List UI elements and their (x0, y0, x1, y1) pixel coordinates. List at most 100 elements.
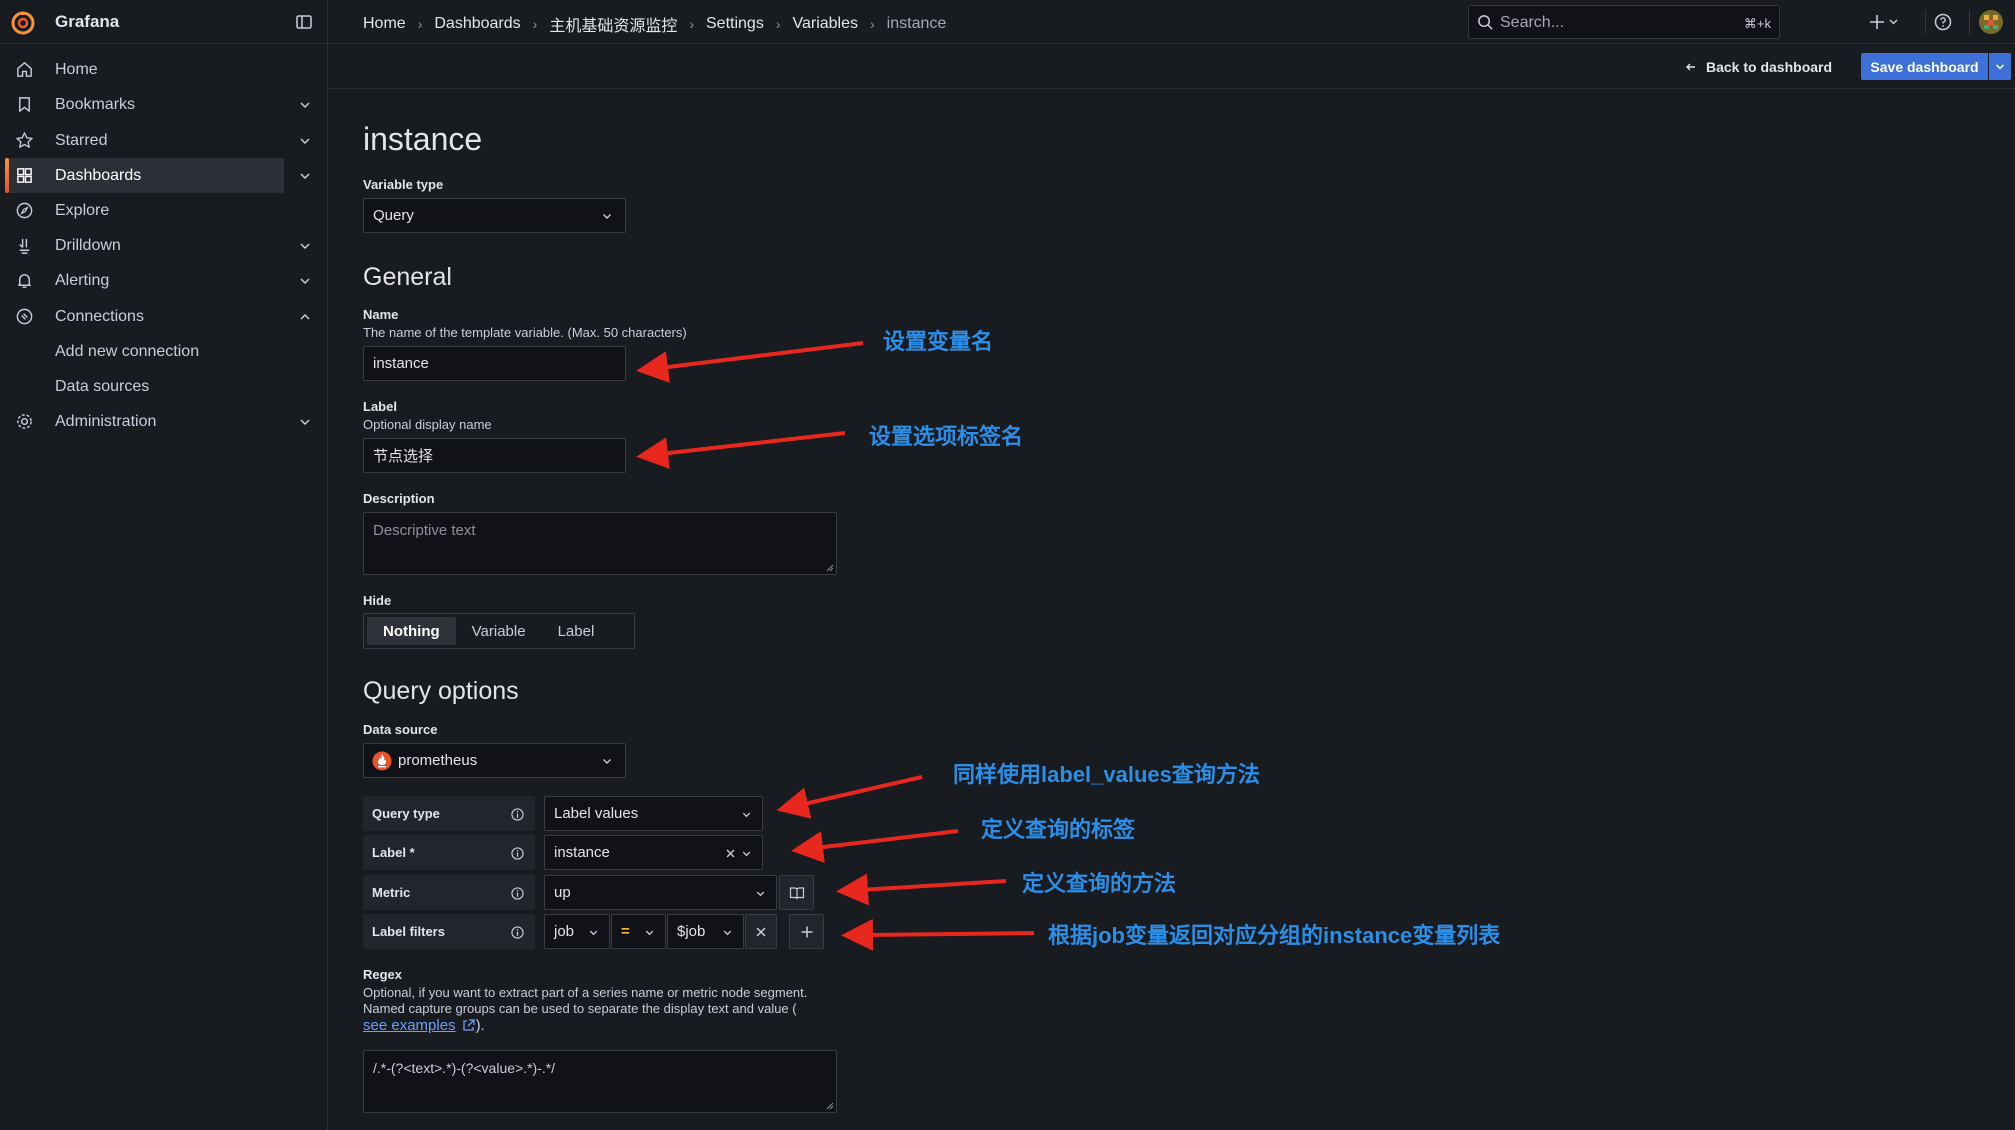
metric-select[interactable]: up (544, 875, 777, 910)
regex-label: Regex (363, 967, 403, 982)
regex-description-line2: Named capture groups can be used to sepa… (363, 1001, 797, 1016)
breadcrumb-separator: › (532, 16, 538, 32)
sidebar: Grafana Home Bookmarks Starred Dashboard… (0, 0, 328, 1130)
dashboards-grid-icon (17, 168, 32, 183)
variable-type-select[interactable]: Query (363, 198, 626, 233)
breadcrumb-home[interactable]: Home (363, 15, 406, 33)
query-type-select[interactable]: Label values (544, 796, 763, 831)
regex-description-line1: Optional, if you want to extract part of… (363, 985, 808, 1000)
label-filters-label: Label filters (363, 914, 535, 949)
sidebar-item-label: Home (55, 60, 98, 78)
plus-icon (1870, 15, 1898, 29)
data-source-label: Data source (363, 722, 438, 737)
active-indicator (5, 158, 9, 193)
breadcrumb-settings[interactable]: Settings (706, 15, 764, 33)
breadcrumb-dashboards[interactable]: Dashboards (434, 15, 520, 33)
annotation-query-type-note: 同样使用label_values查询方法 (953, 762, 1260, 787)
sidebar-item-explore[interactable]: Explore (0, 193, 328, 228)
query-options-heading: Query options (363, 677, 519, 705)
add-filter-button[interactable] (789, 914, 824, 949)
label-filter-value-select[interactable]: $job (667, 914, 744, 949)
hide-option-label[interactable]: Label (542, 617, 611, 645)
sidebar-item-label: Dashboards (55, 166, 142, 184)
regex-value: /.*-(?<text>.*)-(?<value>.*)-.*/ (373, 1060, 556, 1076)
back-to-dashboard-button[interactable]: Back to dashboard (1685, 54, 1832, 79)
data-source-select[interactable]: prometheus (363, 743, 626, 778)
new-menu-button[interactable] (1869, 12, 1901, 37)
chevron-down-icon[interactable] (298, 134, 312, 148)
sidebar-item-add-new-connection[interactable]: Add new connection (0, 334, 328, 369)
chevron-down-icon[interactable] (298, 98, 312, 112)
chevron-up-icon[interactable] (298, 310, 312, 324)
breadcrumb-dashboard[interactable]: 主机基础资源监控 (549, 12, 677, 36)
variable-type-value: Query (373, 207, 414, 224)
sidebar-item-dashboards[interactable]: Dashboards (0, 158, 328, 193)
arrow-left-icon (1686, 63, 1695, 70)
dock-menu-icon[interactable] (295, 13, 313, 31)
sidebar-item-drilldown[interactable]: Drilldown (0, 228, 328, 263)
see-examples-link[interactable]: see examples (363, 1017, 456, 1034)
display-label-input[interactable]: 节点选择 (363, 438, 626, 473)
sidebar-item-alerting[interactable]: Alerting (0, 263, 328, 298)
info-icon[interactable] (511, 926, 524, 939)
save-dashboard-button[interactable]: Save dashboard (1861, 53, 1988, 80)
sidebar-item-label: Drilldown (55, 236, 121, 254)
query-label-label-text: Label * (372, 845, 415, 860)
sidebar-item-label: Alerting (55, 271, 110, 289)
label-filter-operator-select[interactable]: = (611, 914, 666, 949)
query-label-value: instance (554, 844, 610, 861)
breadcrumb-variables[interactable]: Variables (792, 15, 858, 33)
toolbar-divider (1925, 10, 1926, 34)
chevron-down-icon[interactable] (298, 169, 312, 183)
query-type-label: Query type (363, 796, 535, 831)
prometheus-icon (372, 751, 392, 770)
breadcrumb-separator: › (870, 16, 875, 32)
save-options-button[interactable] (1989, 53, 2011, 80)
remove-filter-button[interactable] (745, 914, 777, 949)
user-avatar-icon (1979, 10, 2003, 34)
help-button[interactable] (1933, 12, 1953, 37)
app-name: Grafana (55, 11, 120, 31)
sidebar-item-bookmarks[interactable]: Bookmarks (0, 87, 328, 122)
query-label-select[interactable]: instance (544, 835, 763, 870)
hide-option-nothing[interactable]: Nothing (367, 617, 456, 645)
info-icon[interactable] (511, 887, 524, 900)
info-icon[interactable] (511, 808, 524, 821)
sidebar-item-connections[interactable]: Connections (0, 299, 328, 334)
annotation-label-field-note: 定义查询的标签 (981, 817, 1136, 842)
sidebar-item-administration[interactable]: Administration (0, 404, 328, 439)
grafana-logo-icon[interactable] (10, 9, 36, 35)
bookmark-icon (19, 97, 30, 112)
compass-icon (16, 202, 33, 219)
sidebar-item-home[interactable]: Home (0, 52, 328, 87)
sidebar-item-starred[interactable]: Starred (0, 123, 328, 158)
annotation-label-note: 设置选项标签名 (869, 424, 1024, 449)
chevron-down-icon[interactable] (298, 415, 312, 429)
info-icon[interactable] (511, 847, 524, 860)
sidebar-item-label: Add new connection (55, 342, 200, 360)
chevron-down-icon (756, 891, 765, 897)
chevron-down-icon (645, 930, 654, 936)
clear-icon[interactable] (725, 848, 736, 859)
chevron-down-icon[interactable] (298, 274, 312, 288)
top-bar: Home › Dashboards › 主机基础资源监控 › Settings … (328, 0, 2015, 44)
avatar[interactable] (1978, 9, 2004, 40)
chevron-down-icon[interactable] (298, 239, 312, 253)
page-title: instance (363, 121, 483, 157)
chevron-down-icon (603, 758, 611, 764)
resize-handle-icon[interactable] (826, 564, 834, 572)
close-icon (756, 926, 766, 937)
search-input[interactable]: Search... ⌘+k (1468, 5, 1780, 39)
resize-handle-icon[interactable] (826, 1102, 834, 1110)
search-shortcut: ⌘+k (1743, 16, 1771, 31)
variable-editor: instance Variable type Query General Nam… (328, 89, 2015, 1130)
annotation-name-note: 设置变量名 (883, 329, 994, 354)
label-filter-key-select[interactable]: job (544, 914, 610, 949)
sidebar-item-data-sources[interactable]: Data sources (0, 369, 328, 404)
external-link-icon (462, 1019, 475, 1031)
description-textarea[interactable]: Descriptive text (363, 512, 837, 575)
name-input[interactable]: instance (363, 346, 626, 381)
regex-textarea[interactable]: /.*-(?<text>.*)-(?<value>.*)-.*/ (363, 1050, 837, 1113)
metrics-explorer-button[interactable] (779, 875, 814, 910)
hide-option-variable[interactable]: Variable (456, 617, 542, 645)
